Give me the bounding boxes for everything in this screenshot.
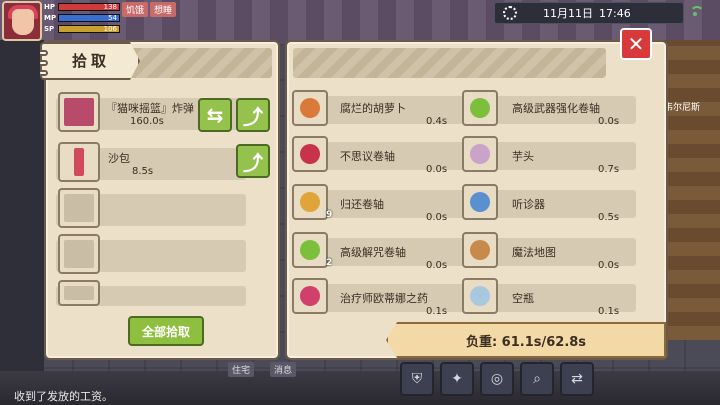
item-name: 高级武器强化卷轴 (512, 102, 600, 115)
status-tags: 饥饿 想睡 (122, 2, 177, 17)
cat-cradle-bomb-icon[interactable] (58, 92, 100, 132)
potion-icon (292, 278, 328, 314)
mp-value: 54 (108, 14, 117, 22)
item-name: 腐烂的胡萝卜 (340, 102, 406, 115)
status-sleepy: 想睡 (150, 2, 177, 17)
strange-scroll-icon (292, 136, 328, 172)
item-time: 0.5s (598, 212, 620, 223)
pick-button[interactable]: ⤴ (236, 98, 270, 132)
rotten-carrot-icon (292, 90, 328, 126)
swap-button[interactable]: ⇆ (198, 98, 232, 132)
item-name: 治疗师欧蒂娜之药 (340, 292, 428, 305)
pick-button[interactable]: ⤴ (236, 144, 270, 178)
item-name: 不思议卷轴 (340, 150, 395, 163)
stethoscope-icon (462, 184, 498, 220)
player-portrait[interactable] (2, 1, 42, 41)
slot-item-time: 8.5s (132, 166, 154, 177)
sandbag-icon[interactable] (58, 142, 100, 182)
item-time: 0.4s (426, 116, 448, 127)
sp-value: 106 (103, 25, 117, 33)
home-label: 住宅 (228, 362, 255, 377)
slot-item-name: 沙包 (108, 152, 130, 165)
mp-label: MP (44, 14, 57, 22)
item-name: 归还卷轴 (340, 198, 384, 211)
item-time: 0.1s (598, 306, 620, 317)
map-icon[interactable]: ◎ (480, 362, 514, 396)
item-time: 0.7s (598, 164, 620, 175)
hp-row: HP 138 (44, 2, 120, 12)
item-count: 2 (326, 258, 333, 268)
sp-label: SP (44, 25, 55, 33)
system-message: 收到了发放的工资。 (14, 390, 113, 403)
mp-row: MP 54 (44, 13, 120, 23)
left-wall (0, 40, 44, 380)
pick-all-button[interactable]: 全部拾取 (128, 316, 204, 346)
empty-bottle-icon (462, 278, 498, 314)
sun-icon (503, 6, 517, 20)
slot-item-name: 『猫咪摇篮』炸弹 (106, 102, 194, 115)
clock-date: 11月11日 (543, 7, 593, 20)
status-hungry: 饥饿 (122, 2, 149, 17)
message-label: 消息 (270, 362, 297, 377)
equipment-icon[interactable]: ⛨ (400, 362, 434, 396)
item-time: 0.0s (598, 116, 620, 127)
empty-slot-icon[interactable] (58, 188, 100, 228)
item-name: 空瓶 (512, 292, 534, 305)
item-time: 0.0s (426, 212, 448, 223)
weight-indicator: 负重: 61.1s/62.8s (386, 322, 666, 358)
return-scroll-icon (292, 184, 328, 220)
skills-icon[interactable]: ✦ (440, 362, 474, 396)
item-time: 0.1s (426, 306, 448, 317)
item-name: 魔法地图 (512, 246, 556, 259)
search-icon[interactable]: ⌕ (520, 362, 554, 396)
wifi-icon (688, 6, 704, 18)
bottom-toolbar: ⛨ ✦ ◎ ⌕ ⇄ (400, 362, 594, 396)
item-time: 0.0s (598, 260, 620, 271)
player-stats: HP 138 MP 54 SP 106 (44, 2, 120, 35)
swap-icon[interactable]: ⇄ (560, 362, 594, 396)
taro-icon (462, 136, 498, 172)
hp-value: 138 (103, 3, 117, 11)
close-button[interactable]: ✕ (620, 28, 652, 60)
item-name: 芋头 (512, 150, 534, 163)
item-name: 听诊器 (512, 198, 545, 211)
pickup-title: 拾取 (72, 52, 111, 70)
item-time: 0.0s (426, 164, 448, 175)
clock-display: 11月11日 17:46 (494, 2, 684, 24)
clock-time: 17:46 (599, 6, 631, 20)
empty-slot-icon[interactable] (58, 234, 100, 274)
magic-map-icon (462, 232, 498, 268)
npc-name-label: 韦尔尼斯 (664, 103, 701, 113)
curse-scroll-icon (292, 232, 328, 268)
hp-label: HP (44, 3, 55, 11)
item-time: 0.0s (426, 260, 448, 271)
item-name: 高级解咒卷轴 (340, 246, 406, 259)
slot-item-time: 160.0s (130, 116, 164, 127)
item-count: 9 (326, 210, 333, 220)
weapon-scroll-icon (462, 90, 498, 126)
empty-slot-icon[interactable] (58, 280, 100, 306)
sp-row: SP 106 (44, 24, 120, 34)
